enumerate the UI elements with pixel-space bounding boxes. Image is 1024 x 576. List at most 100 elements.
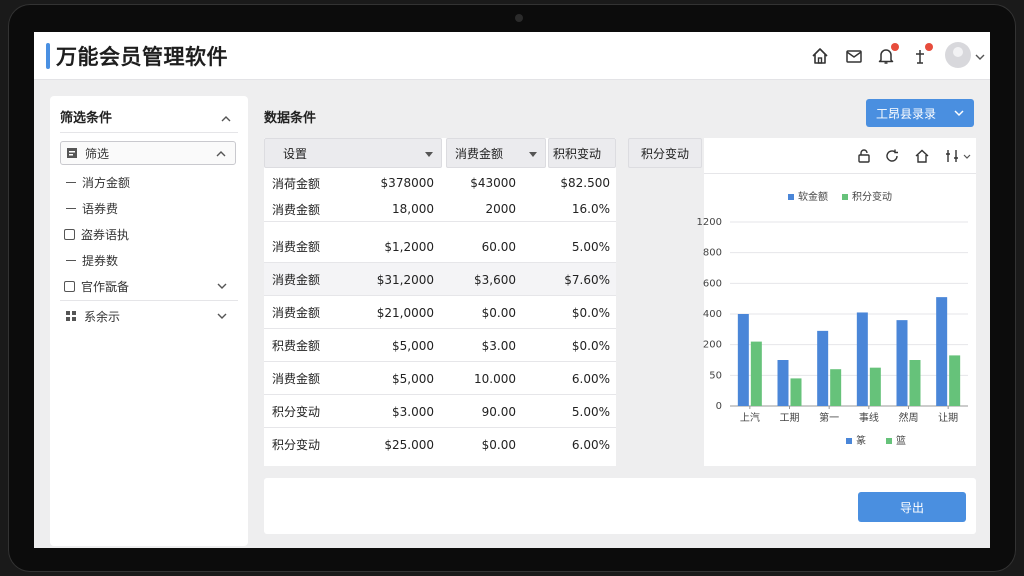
table-cell: $3.00 [481, 338, 516, 353]
bar [949, 355, 961, 406]
table-cell: 消费金额 [272, 273, 321, 287]
legend-label: 篮 [896, 434, 906, 447]
filter-checkbox-row[interactable]: 官作翫备 [60, 274, 236, 298]
divider [60, 132, 238, 133]
table-row[interactable]: 积分变动 $25.000 $0.00 6.00% [264, 428, 616, 461]
table-cell: $21,0000 [376, 305, 434, 320]
table-cell: 60.00 [481, 239, 516, 254]
filter-option-label: 提券数 [82, 253, 119, 268]
chevron-up-icon[interactable] [220, 110, 232, 122]
y-tick-label: 200 [703, 340, 722, 351]
chevron-down-icon [216, 280, 228, 292]
column-header[interactable]: 消费金额 [446, 138, 546, 168]
filter-doc-icon [65, 146, 79, 160]
table-cell: $0.00 [481, 437, 516, 452]
column-header[interactable]: 设置 [264, 138, 442, 168]
filter-option[interactable]: 语券费 [60, 196, 236, 220]
checkbox[interactable] [64, 280, 75, 292]
table-cell: 积费金额 [272, 339, 321, 353]
bar [936, 297, 948, 406]
lock-icon[interactable] [856, 148, 872, 164]
table-cell: 消费金额 [272, 240, 321, 254]
table-row[interactable]: 消费金额 $31,2000 $3,600 $7.60% [264, 263, 616, 296]
filter-select-label: 筛选 [85, 146, 110, 161]
table-cell: 消费金额 [272, 202, 321, 217]
divider [60, 300, 238, 301]
dash-mark [66, 259, 76, 261]
checkbox-label: 官作翫备 [81, 279, 130, 294]
refresh-icon[interactable] [884, 148, 900, 164]
table-row[interactable]: 消费金额 $5,000 10.000 6.00% [264, 362, 616, 395]
checkbox[interactable] [64, 228, 75, 240]
y-tick-label: 50 [709, 370, 722, 381]
export-button[interactable]: 导出 [858, 492, 966, 522]
more-icon[interactable] [962, 148, 972, 164]
legend-label: 积分变动 [852, 190, 892, 203]
filter-option-label: 语券费 [82, 201, 119, 216]
y-tick-label: 0 [716, 401, 722, 412]
sort-icon[interactable] [910, 43, 933, 66]
footer-bar: 导出 [264, 478, 976, 534]
filter-panel-title: 筛选条件 [60, 111, 113, 126]
grid-icon [64, 309, 78, 323]
filter-checkbox-row[interactable]: 盗券语执 [60, 222, 236, 246]
filter-select[interactable]: 筛选 [60, 141, 236, 165]
y-tick-label: 600 [703, 278, 722, 289]
table-cell: 16.0% [571, 202, 610, 216]
x-tick-label: 工期 [780, 412, 800, 424]
home-icon[interactable] [810, 46, 830, 66]
sort-caret-icon [424, 148, 434, 158]
table-cell: 消荷金额 [272, 176, 321, 191]
bar-chart-svg: 软金额 积分变动 1200 800 600 400 200 50 0 上汽 工期 第一 事线 然周 让期篆 篮 [697, 190, 968, 447]
mail-icon[interactable] [844, 46, 864, 66]
filter-icon[interactable] [944, 148, 960, 164]
table-cell: 6.00% [571, 437, 610, 452]
table-cell: $0.00 [481, 305, 516, 320]
table-cell: $25.000 [384, 437, 434, 452]
y-tick-label: 800 [703, 248, 722, 259]
table-cell: 5.00% [571, 239, 610, 254]
filter-option[interactable]: 提券数 [60, 248, 236, 272]
table-cell: $43000 [470, 176, 516, 190]
table-row[interactable]: 积分变动 $3.000 90.00 5.00% [264, 395, 616, 428]
table-cell: 5.00% [571, 404, 610, 419]
table-row[interactable]: 消费金额 $1,2000 60.00 5.00% [264, 230, 616, 263]
legend-swatch [788, 194, 794, 200]
chevron-down-icon [953, 107, 965, 119]
filter-group-row[interactable]: 系余示 [60, 304, 236, 328]
x-tick-label: 第一 [819, 411, 839, 424]
legend-label: 软金额 [798, 190, 828, 203]
table-cell: $5,000 [392, 338, 434, 353]
primary-dropdown-button[interactable]: 工昂县录录 [866, 99, 974, 127]
table-row[interactable]: 积费金额 $5,000 $3.00 $0.0% [264, 329, 616, 362]
avatar[interactable] [945, 42, 971, 68]
table-cell: $82.500 [560, 176, 610, 190]
bar [896, 320, 908, 406]
filter-group-label: 系余示 [84, 309, 121, 324]
column-header[interactable]: 积积变动 [548, 138, 616, 168]
table-row[interactable]: 消费金额 $21,0000 $0.00 $0.0% [264, 296, 616, 329]
table-cell: $31,2000 [376, 272, 434, 287]
bar [817, 330, 829, 406]
x-tick-label: 事线 [859, 411, 879, 424]
table-cell: 18,000 [392, 202, 434, 216]
x-tick-label: 让期 [938, 412, 958, 424]
filter-option-label: 消方金额 [82, 175, 131, 190]
legend-swatch [842, 194, 848, 200]
table-row[interactable]: 消荷金额 $378000 $43000 $82.500 消费金额 18,000 … [264, 170, 616, 222]
column-header-label: 积积变动 [553, 146, 602, 161]
bar [856, 312, 868, 406]
chart-card: 软金额 积分变动 1200 800 600 400 200 50 0 上汽 工期 第一 事线 然周 让期篆 篮 [697, 138, 976, 466]
chart-tab[interactable]: 积分变动 [628, 138, 702, 168]
table-cell: $5,000 [392, 371, 434, 386]
legend-swatch [886, 438, 892, 444]
bell-icon[interactable] [876, 43, 899, 66]
notification-badge [891, 43, 899, 51]
y-tick-label: 1200 [697, 217, 722, 228]
filter-option[interactable]: 消方金额 [60, 170, 236, 194]
chevron-down-icon[interactable] [974, 48, 986, 60]
table-cell: 消费金额 [272, 372, 321, 386]
table-cell: 2000 [485, 202, 516, 216]
house-icon[interactable] [914, 148, 930, 164]
table-cell: $0.0% [571, 305, 610, 320]
